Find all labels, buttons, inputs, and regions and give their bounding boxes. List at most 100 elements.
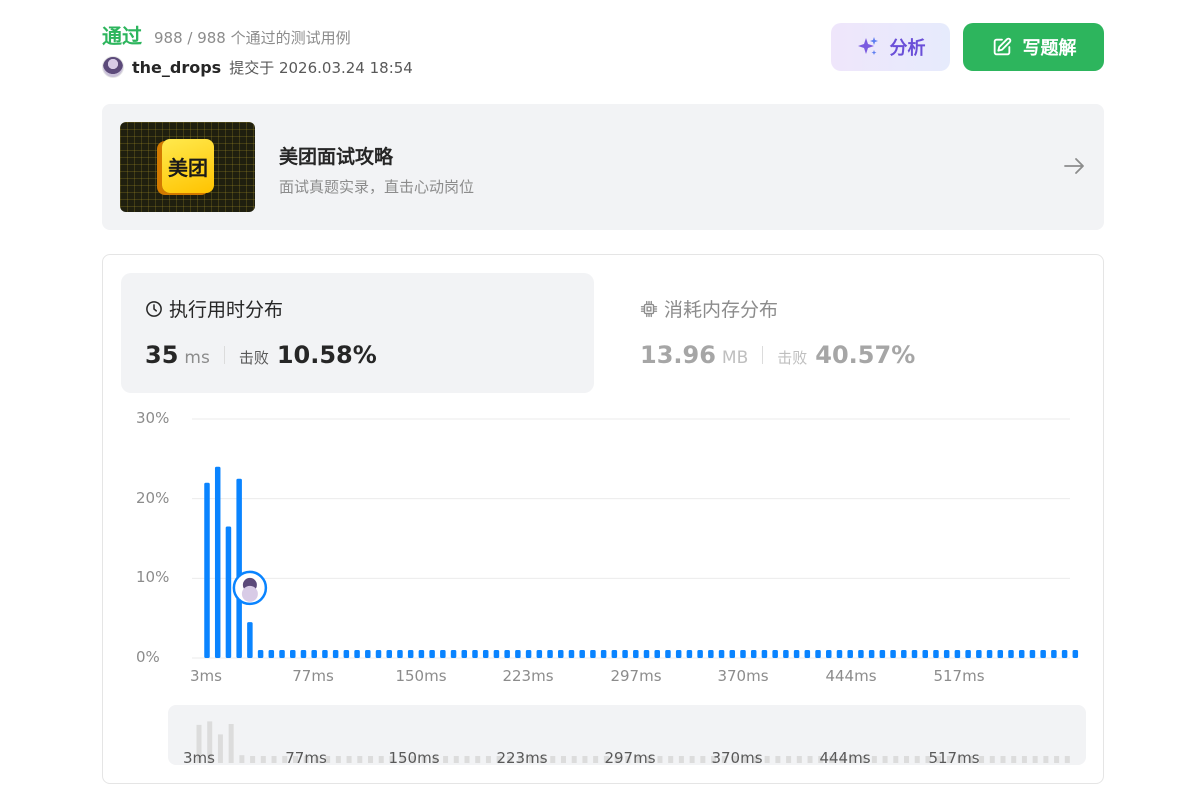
chart-bar[interactable] [1040, 650, 1046, 658]
chart-bar[interactable] [1029, 650, 1036, 658]
chart-bar[interactable] [225, 526, 232, 658]
chart-bar[interactable] [579, 650, 585, 658]
chart-bar[interactable] [1072, 650, 1079, 658]
range-slider[interactable]: 3ms 77ms 150ms 223ms 297ms 370ms 444ms 517ms [168, 705, 1086, 765]
arrow-right-icon[interactable] [1062, 154, 1086, 178]
chart-bar[interactable] [590, 650, 596, 658]
chart-bar[interactable] [836, 650, 843, 658]
avatar[interactable] [102, 56, 124, 78]
chart-bar[interactable] [214, 466, 221, 658]
chart-bar[interactable] [675, 650, 682, 658]
chart-bar[interactable] [986, 650, 993, 658]
chart-bar[interactable] [450, 650, 457, 658]
chart-bar[interactable] [472, 650, 478, 658]
mini-chart-bar [593, 756, 599, 763]
chart-bar[interactable] [525, 650, 532, 658]
chart-bar[interactable] [622, 650, 628, 658]
chart-bar[interactable] [697, 650, 703, 658]
chart-bar[interactable] [858, 650, 864, 658]
chart-bar[interactable] [236, 478, 242, 658]
chart-bar[interactable] [954, 650, 961, 658]
mini-chart-bar [1043, 756, 1049, 763]
chart-bar[interactable] [922, 650, 928, 658]
mini-chart-bar [271, 756, 277, 763]
runtime-distribution-chart[interactable] [103, 255, 1103, 695]
mini-chart-bar [1054, 756, 1060, 763]
chart-bar[interactable] [976, 650, 982, 658]
chart-bar[interactable] [290, 650, 296, 658]
promo-banner[interactable]: 美团 美团面试攻略 面试真题实录，直击心动岗位 [102, 104, 1104, 230]
chart-bar[interactable] [482, 650, 489, 658]
mini-chart-bar [443, 756, 449, 763]
analyze-button[interactable]: 分析 [831, 23, 950, 71]
chart-bar[interactable] [686, 650, 693, 658]
chart-bar[interactable] [804, 650, 811, 658]
chart-bar[interactable] [1018, 650, 1025, 658]
chart-bar[interactable] [600, 650, 607, 658]
chart-bar[interactable] [933, 650, 939, 658]
chart-bar[interactable] [868, 650, 875, 658]
chart-bar[interactable] [761, 650, 768, 658]
chart-bar[interactable] [772, 650, 778, 658]
chart-bar[interactable] [1008, 650, 1014, 658]
chart-bar[interactable] [654, 650, 660, 658]
chart-bar[interactable] [911, 650, 918, 658]
chart-bar[interactable] [418, 650, 425, 658]
chart-bar[interactable] [815, 650, 821, 658]
chart-bar[interactable] [1051, 650, 1057, 658]
chart-bar[interactable] [515, 650, 521, 658]
chart-bar[interactable] [740, 650, 746, 658]
chart-bar[interactable] [536, 650, 543, 658]
chart-bar[interactable] [504, 650, 510, 658]
chart-bar[interactable] [665, 650, 671, 658]
chart-bar[interactable] [204, 482, 210, 658]
chart-bar[interactable] [783, 650, 789, 658]
chart-bar[interactable] [343, 650, 350, 658]
chart-bar[interactable] [397, 650, 403, 658]
chart-bar[interactable] [793, 650, 800, 658]
chart-bar[interactable] [729, 650, 736, 658]
chart-bar[interactable] [268, 650, 275, 658]
chart-bar[interactable] [493, 650, 500, 658]
mini-chart-bar [796, 756, 802, 763]
mini-chart-bar [550, 756, 556, 763]
chart-bar[interactable] [429, 650, 435, 658]
chart-bar[interactable] [1061, 650, 1068, 658]
chart-bar[interactable] [879, 650, 886, 658]
chart-bar[interactable] [943, 650, 950, 658]
chart-bar[interactable] [965, 650, 971, 658]
chart-bar[interactable] [997, 650, 1004, 658]
chart-bar[interactable] [311, 650, 317, 658]
chart-bar[interactable] [279, 650, 285, 658]
chart-bar[interactable] [386, 650, 392, 658]
chart-bar[interactable] [826, 650, 832, 658]
chart-bar[interactable] [558, 650, 564, 658]
chart-bar[interactable] [750, 650, 757, 658]
chart-bar[interactable] [375, 650, 382, 658]
chart-bar[interactable] [300, 650, 307, 658]
chart-bar[interactable] [890, 650, 896, 658]
chart-bar[interactable] [365, 650, 371, 658]
chart-bar[interactable] [847, 650, 853, 658]
username[interactable]: the_drops [132, 58, 221, 77]
chart-bar[interactable] [332, 650, 339, 658]
user-position-marker[interactable] [232, 570, 268, 606]
mini-chart-bar [678, 756, 684, 763]
chart-bar[interactable] [354, 650, 360, 658]
chart-bar[interactable] [643, 650, 650, 658]
chart-bar[interactable] [611, 650, 618, 658]
chart-bar[interactable] [547, 650, 553, 658]
chart-bar[interactable] [901, 650, 907, 658]
chart-bar[interactable] [407, 650, 414, 658]
chart-bar[interactable] [708, 650, 714, 658]
chart-bar[interactable] [568, 650, 575, 658]
chart-bar[interactable] [633, 650, 639, 658]
chart-bar[interactable] [257, 650, 264, 658]
chart-bar[interactable] [247, 622, 253, 658]
write-solution-button[interactable]: 写题解 [963, 23, 1104, 71]
chart-bar[interactable] [461, 650, 468, 658]
mini-chart-bar [1011, 756, 1017, 763]
chart-bar[interactable] [440, 650, 446, 658]
chart-bar[interactable] [322, 650, 328, 658]
chart-bar[interactable] [718, 650, 725, 658]
